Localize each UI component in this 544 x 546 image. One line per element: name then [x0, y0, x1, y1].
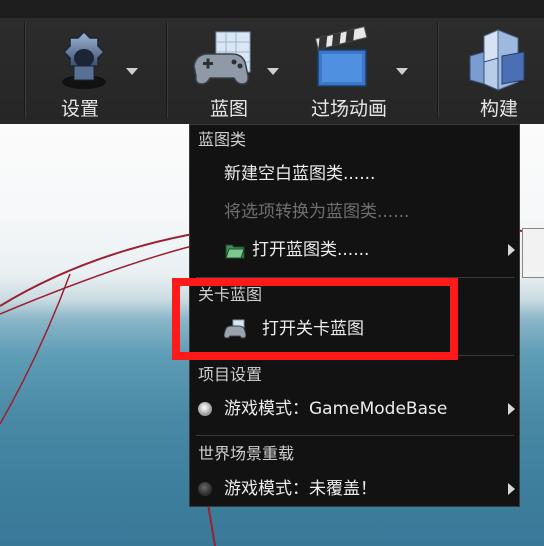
build-blocks-icon: [462, 26, 532, 92]
chevron-down-icon: [126, 68, 138, 75]
submenu-arrow-icon: [508, 483, 515, 495]
level-editor-toolbar: 设置 蓝图 过场动画 构建: [0, 18, 544, 124]
gamepad-blueprint-icon: [190, 26, 260, 92]
open-blueprint-icon: [224, 240, 246, 260]
menu-divider: [196, 435, 514, 436]
section-header-project-settings: 项目设置: [198, 365, 263, 384]
settings-button[interactable]: 设置: [40, 18, 140, 124]
settings-label: 设置: [60, 98, 99, 120]
window-top-strip: [0, 0, 544, 19]
annotation-highlight-box: [172, 278, 458, 360]
build-button[interactable]: 构建: [454, 18, 544, 124]
section-header-blueprint-class: 蓝图类: [198, 130, 247, 149]
cinematics-label: 过场动画: [310, 98, 387, 120]
viewport-side-panel[interactable]: [522, 228, 544, 278]
blueprints-label: 蓝图: [209, 98, 248, 120]
menu-item-open-blueprint-class[interactable]: 打开蓝图类......: [190, 235, 519, 265]
blueprints-button[interactable]: 蓝图: [185, 18, 285, 124]
gear-icon: [50, 26, 120, 92]
submenu-arrow-icon: [508, 244, 515, 256]
submenu-arrow-icon: [508, 403, 515, 415]
menu-item-game-mode-project[interactable]: 游戏模式：GameModeBase: [190, 394, 519, 424]
cinematics-button[interactable]: 过场动画: [300, 18, 410, 124]
toolbar-separator: [24, 22, 25, 118]
toolbar-separator: [437, 22, 438, 118]
toolbar-separator: [166, 22, 167, 118]
menu-item-new-empty-blueprint[interactable]: 新建空白蓝图类......: [190, 159, 519, 189]
chevron-down-icon: [267, 68, 279, 75]
clapperboard-icon: [312, 26, 382, 92]
build-label: 构建: [479, 98, 518, 120]
chevron-down-icon: [396, 68, 408, 75]
menu-item-game-mode-world[interactable]: 游戏模式：未覆盖！: [190, 474, 519, 504]
section-header-world-override: 世界场景重载: [198, 444, 295, 463]
menu-item-convert-selection[interactable]: 将选项转换为蓝图类......: [190, 197, 519, 227]
radio-unselected-icon: [198, 482, 212, 496]
radio-selected-icon: [198, 402, 212, 416]
